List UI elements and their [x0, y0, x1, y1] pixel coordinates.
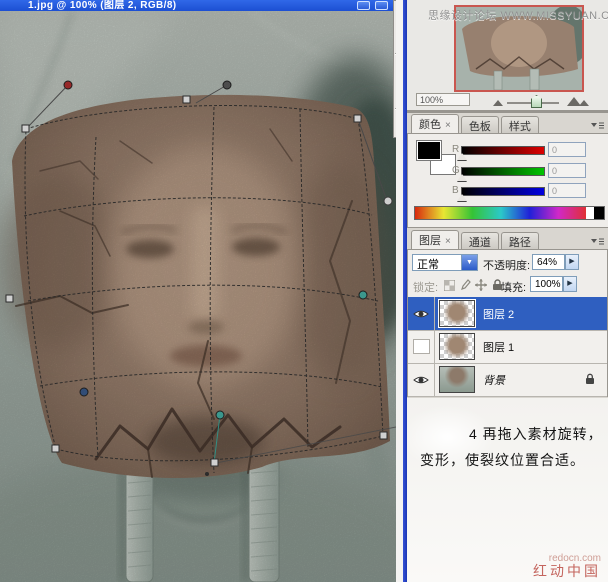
- opacity-label: 不透明度:: [483, 260, 531, 272]
- opacity-field[interactable]: 64%: [532, 254, 565, 270]
- color-panel-tabs: 颜色 × 色板 样式: [411, 114, 541, 133]
- layer-name[interactable]: 图层 2: [483, 306, 514, 322]
- blend-mode-value: 正常: [417, 259, 439, 271]
- layers-panel-content: 正常 ▼ 不透明度: 64% ▶ 锁定: 填充: 100% ▶ 图层 2 图层 …: [407, 249, 608, 397]
- layers-panel-tabs: 图层 × 通道 路径: [411, 230, 541, 249]
- watermark-name: 红动中国: [533, 563, 601, 580]
- visibility-cell[interactable]: [408, 330, 435, 363]
- layer-row-background[interactable]: 背景: [408, 363, 607, 397]
- navigator-zoom-slider-thumb[interactable]: [531, 95, 542, 108]
- green-value-field[interactable]: 0: [548, 163, 586, 178]
- tab-swatches[interactable]: 色板: [460, 116, 499, 133]
- eye-hidden-well: [412, 339, 430, 354]
- lock-transparency-icon[interactable]: [442, 278, 456, 292]
- zoom-out-icon[interactable]: [493, 100, 503, 106]
- zoom-in-icon-small[interactable]: [579, 100, 589, 106]
- blend-mode-row: 正常 ▼ 不透明度: 64% ▶: [408, 253, 607, 274]
- layer-thumbnail[interactable]: [439, 366, 475, 393]
- layer-name[interactable]: 图层 1: [483, 339, 514, 355]
- fill-label: 填充:: [501, 282, 527, 294]
- color-spectrum-ramp[interactable]: [414, 206, 588, 220]
- lock-label: 锁定:: [413, 282, 439, 294]
- minimize-button[interactable]: [357, 1, 370, 10]
- layer-row-2[interactable]: 图层 2: [408, 297, 607, 331]
- blue-slider-thumb[interactable]: [457, 194, 467, 201]
- layer-thumbnail[interactable]: [439, 333, 475, 360]
- window-buttons: [357, 1, 388, 10]
- fill-spinner[interactable]: ▶: [563, 276, 577, 292]
- eye-icon: [413, 310, 429, 317]
- document-titlebar[interactable]: 1.jpg @ 100% (图层 2, RGB/8): [0, 0, 396, 11]
- fill-field[interactable]: 100%: [530, 276, 563, 292]
- visibility-cell[interactable]: [408, 363, 435, 396]
- red-value-field[interactable]: 0: [548, 142, 586, 157]
- layer-row-1[interactable]: 图层 1: [408, 330, 607, 364]
- tab-paths[interactable]: 路径: [500, 232, 539, 249]
- photoshop-window: 1.jpg @ 100% (图层 2, RGB/8) 100% 颜色 × 色板 …: [0, 0, 608, 582]
- layer-name[interactable]: 背景: [483, 372, 505, 388]
- lock-position-icon[interactable]: [474, 278, 488, 292]
- blue-slider[interactable]: [461, 187, 545, 196]
- color-panel-group: 颜色 × 色板 样式 R 0 G 0 B 0: [407, 114, 608, 228]
- document-title: 1.jpg @ 100% (图层 2, RGB/8): [28, 0, 177, 11]
- ramp-black-swatch[interactable]: [594, 206, 605, 220]
- channel-row-g: G 0: [408, 163, 608, 181]
- green-slider[interactable]: [461, 167, 545, 176]
- layer-thumbnail[interactable]: [438, 299, 476, 328]
- fabric-grain: [0, 11, 396, 582]
- tab-layers[interactable]: 图层 ×: [411, 230, 459, 249]
- canvas-area[interactable]: [0, 11, 396, 582]
- blue-value-field[interactable]: 0: [548, 183, 586, 198]
- channel-row-b: B 0: [408, 183, 608, 201]
- tab-close-icon[interactable]: ×: [445, 120, 451, 131]
- chevron-down-icon[interactable]: ▼: [461, 255, 477, 270]
- note-line-1: 4 再拖入素材旋转，: [469, 426, 603, 442]
- tab-styles[interactable]: 样式: [500, 116, 539, 133]
- navigator-controls: 100%: [407, 92, 608, 112]
- eye-icon: [413, 376, 429, 383]
- red-slider-thumb[interactable]: [457, 153, 467, 160]
- tab-color[interactable]: 颜色 ×: [411, 114, 459, 133]
- layer-list: 图层 2 图层 1 背景: [408, 297, 607, 397]
- visibility-cell[interactable]: [408, 297, 435, 330]
- note-line-2: 变形，使裂纹位置合适。: [420, 452, 585, 468]
- layers-panel-group: 图层 × 通道 路径 正常 ▼ 不透明度: 64% ▶ 锁定: 填充: 100%…: [407, 230, 608, 398]
- window-gap: [396, 0, 403, 582]
- panel-dock: 100% 颜色 × 色板 样式 R 0 G 0 B 0 图层 × 通道 路径 正…: [407, 0, 608, 582]
- green-slider-thumb[interactable]: [457, 174, 467, 181]
- watermark-redocn: redocn.com 红动中国: [533, 553, 601, 580]
- canvas-image: [0, 11, 396, 582]
- lock-pixels-icon[interactable]: [458, 278, 472, 292]
- blend-mode-select[interactable]: 正常 ▼: [412, 254, 478, 271]
- watermark-missyuan: 思缘设计论坛 WWW.MISSYUAN.COM: [428, 10, 608, 22]
- opacity-spinner[interactable]: ▶: [565, 254, 579, 270]
- maximize-button[interactable]: [375, 1, 388, 10]
- tab-channels[interactable]: 通道: [460, 232, 499, 249]
- layer-lock-icon: [585, 372, 595, 390]
- tab-close-icon[interactable]: ×: [445, 236, 451, 247]
- navigator-zoom-field[interactable]: 100%: [416, 93, 470, 106]
- color-panel-content: R 0 G 0 B 0: [407, 133, 608, 228]
- channel-row-r: R 0: [408, 142, 608, 160]
- lock-row: 锁定: 填充: 100% ▶: [408, 276, 607, 295]
- tutorial-note-area: 4 再拖入素材旋转， 变形，使裂纹位置合适。 redocn.com 红动中国: [407, 398, 608, 582]
- red-slider[interactable]: [461, 146, 545, 155]
